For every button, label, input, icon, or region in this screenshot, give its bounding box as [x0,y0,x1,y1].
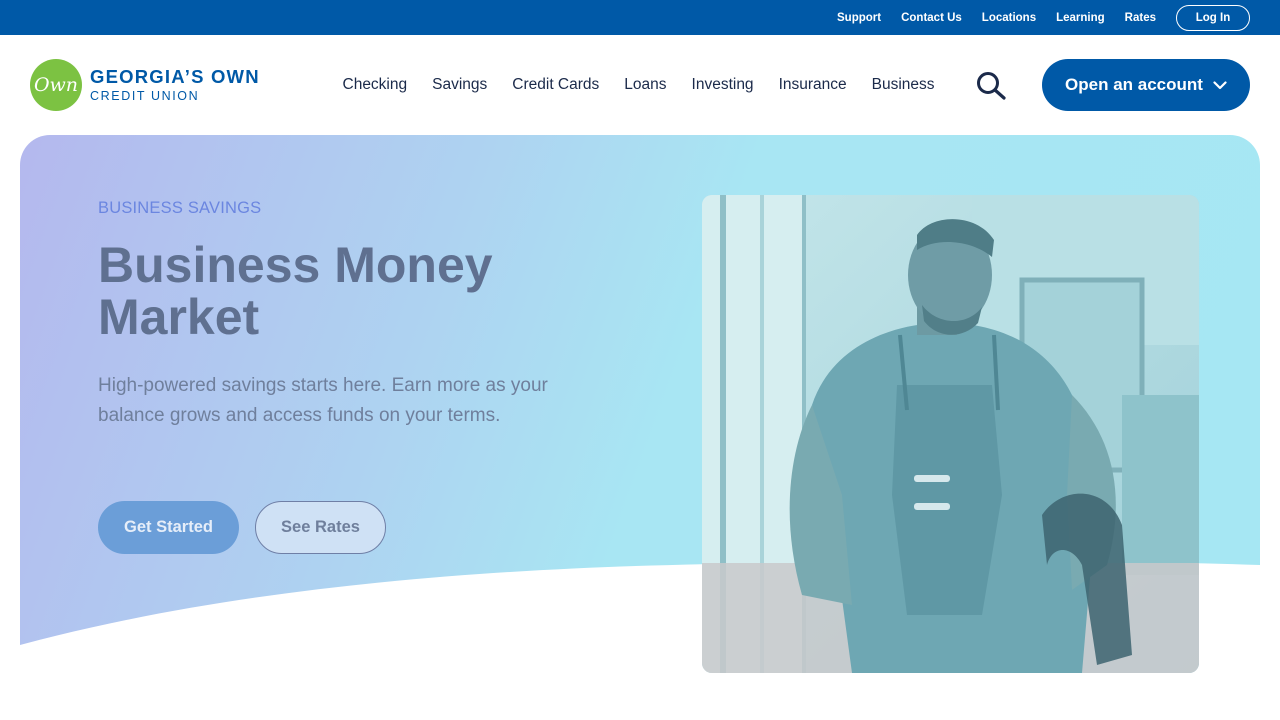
hero-photo [702,195,1199,673]
nav-item-investing[interactable]: Investing [692,76,754,94]
login-button[interactable]: Log In [1176,4,1250,31]
hero-eyebrow: BUSINESS SAVINGS [98,199,262,217]
chevron-down-icon [1213,80,1227,90]
open-account-button[interactable]: Open an account [1042,59,1250,111]
utility-links: Support Contact Us Locations Learning Ra… [817,0,1250,35]
logo-mark: Own [30,59,82,111]
hero-title: Business Money Market [98,237,493,345]
hero-description: High-powered savings starts here. Earn m… [98,375,548,426]
logo[interactable]: Own GEORGIA’S OWN CREDIT UNION [30,59,260,111]
main-nav: Checking Savings Credit Cards Loans Inve… [330,35,947,135]
utility-link-learning[interactable]: Learning [1056,12,1105,24]
utility-link-support[interactable]: Support [837,12,881,24]
nav-item-loans[interactable]: Loans [624,76,666,94]
open-account-label: Open an account [1065,75,1203,94]
site-header: Own GEORGIA’S OWN CREDIT UNION Checking … [0,35,1280,135]
search-icon [977,72,1006,100]
nav-item-business[interactable]: Business [872,76,935,94]
logo-title: GEORGIA’S OWN [90,66,260,87]
nav-item-credit-cards[interactable]: Credit Cards [512,76,599,94]
logo-subtitle: CREDIT UNION [90,88,200,103]
logo-text: GEORGIA’S OWN CREDIT UNION [90,66,260,103]
see-rates-button[interactable]: See Rates [255,501,386,554]
utility-link-locations[interactable]: Locations [982,12,1036,24]
utility-link-rates[interactable]: Rates [1125,12,1156,24]
nav-item-savings[interactable]: Savings [432,76,487,94]
search-button[interactable] [975,71,1009,101]
utility-link-contact-us[interactable]: Contact Us [901,12,962,24]
get-started-button[interactable]: Get Started [98,501,239,554]
utility-bar: Support Contact Us Locations Learning Ra… [0,0,1280,35]
nav-item-checking[interactable]: Checking [343,76,408,94]
nav-item-insurance[interactable]: Insurance [779,76,847,94]
hero-photo-illustration [702,195,1199,673]
